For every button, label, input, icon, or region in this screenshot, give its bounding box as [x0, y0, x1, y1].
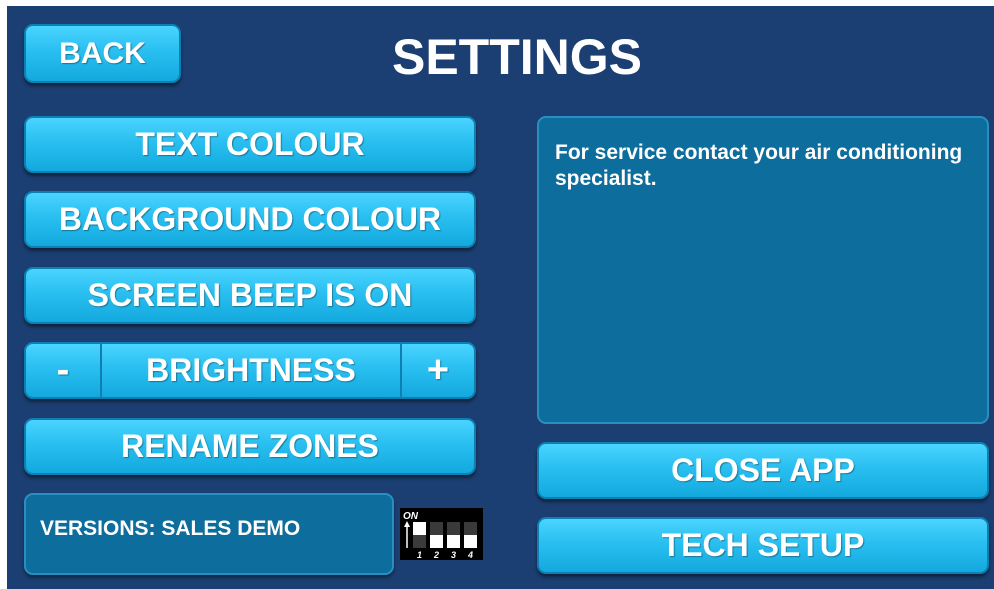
versions-panel: VERSIONS: SALES DEMO [24, 493, 394, 575]
dip-switch-number: 2 [433, 550, 439, 560]
back-button[interactable]: BACK [24, 24, 181, 83]
brightness-label: BRIGHTNESS [146, 352, 356, 388]
service-info-panel: For service contact your air conditionin… [537, 116, 989, 424]
dip-switch-knob [413, 522, 426, 535]
service-info-text: For service contact your air conditionin… [555, 141, 963, 190]
close-app-button[interactable]: CLOSE APP [537, 442, 989, 499]
tech-setup-button[interactable]: TECH SETUP [537, 517, 989, 574]
page-title: SETTINGS [391, 29, 643, 85]
dip-switch-knob [464, 535, 477, 548]
dip-on-label: ON [403, 511, 419, 522]
settings-screen: BACK SETTINGS TEXT COLOUR BACKGROUND COL… [7, 6, 994, 589]
brightness-increase-button[interactable]: + [400, 344, 474, 397]
dip-switch-icon: ON 1 2 3 4 [400, 508, 483, 560]
dip-switch-number: 1 [417, 550, 422, 560]
brightness-decrease-button[interactable]: - [26, 344, 102, 397]
background-colour-button[interactable]: BACKGROUND COLOUR [24, 191, 476, 248]
dip-switch-knob [430, 535, 443, 548]
dip-switch-knob [447, 535, 460, 548]
text-colour-button[interactable]: TEXT COLOUR [24, 116, 476, 173]
versions-label: VERSIONS: SALES DEMO [40, 517, 301, 540]
screen-beep-toggle[interactable]: SCREEN BEEP IS ON [24, 267, 476, 324]
brightness-control: - BRIGHTNESS + [24, 342, 476, 399]
dip-switch-number: 4 [467, 550, 473, 560]
dip-switch-number: 3 [451, 550, 456, 560]
rename-zones-button[interactable]: RENAME ZONES [24, 418, 476, 475]
